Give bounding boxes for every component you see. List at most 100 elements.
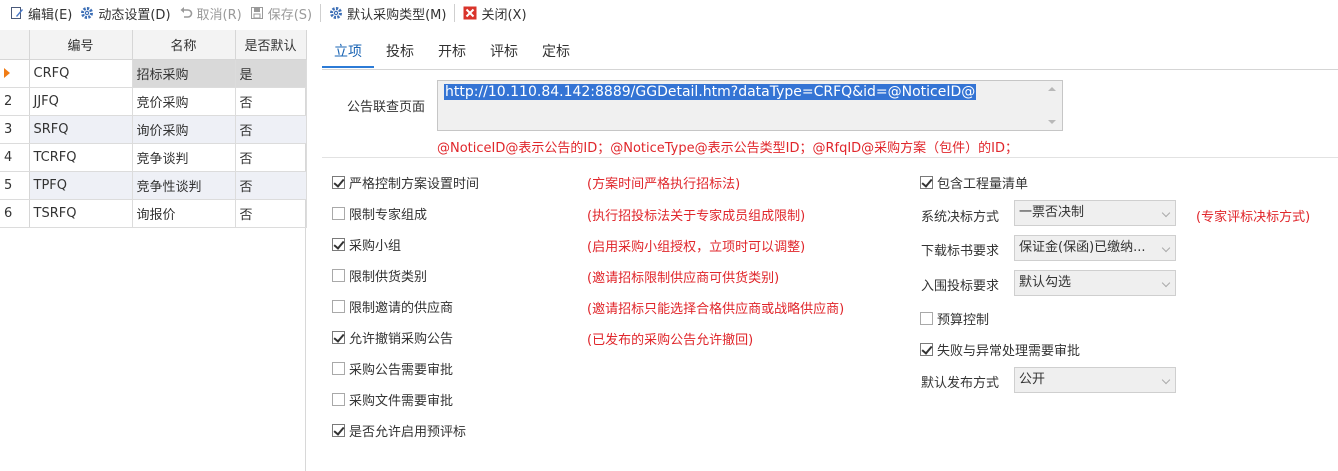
cancel-button[interactable]: 取消(R) <box>175 2 246 24</box>
shortlist-req-value: 默认勾选 <box>1019 275 1072 290</box>
option-include-bill[interactable]: 包含工程量清单 <box>920 173 1028 192</box>
column-header-name[interactable]: 名称 <box>132 30 236 60</box>
notice-url-textarea[interactable]: http://10.110.84.142:8889/GGDetail.htm?d… <box>437 80 1063 131</box>
checkbox[interactable] <box>332 300 345 313</box>
download-req-value: 保证金(保函)已缴纳... <box>1019 240 1146 255</box>
cell-name[interactable]: 竞价采购 <box>132 87 236 116</box>
cell-name[interactable]: 竞争谈判 <box>132 143 236 172</box>
cell-name[interactable]: 竞争性谈判 <box>132 171 236 200</box>
tab-award[interactable]: 定标 <box>530 38 582 68</box>
checkbox[interactable] <box>332 176 345 189</box>
checkbox[interactable] <box>332 269 345 282</box>
cell-code[interactable]: TCRFQ <box>29 143 133 172</box>
tab-bidding[interactable]: 投标 <box>374 38 426 68</box>
option-budget-control[interactable]: 预算控制 <box>920 309 989 328</box>
option-note: (已发布的采购公告允许撤回) <box>587 333 754 348</box>
notice-url-hint: @NoticeID@表示公告的ID；@NoticeType@表示公告类型ID；@… <box>437 141 1019 156</box>
save-button[interactable]: 保存(S) <box>246 2 316 24</box>
undo-icon <box>179 6 193 20</box>
table-row[interactable]: 3 SRFQ 询价采购 否 <box>0 115 307 144</box>
option-failure-approval[interactable]: 失败与异常处理需要审批 <box>920 340 1080 359</box>
cell-name[interactable]: 招标采购 <box>132 59 236 88</box>
publish-method-label: 默认发布方式 <box>921 376 1000 391</box>
checkbox[interactable] <box>920 176 933 189</box>
table-row[interactable]: 2 JJFQ 竞价采购 否 <box>0 87 307 116</box>
tab-evaluation[interactable]: 评标 <box>478 38 530 68</box>
edit-label: 编辑(E) <box>28 7 73 23</box>
shortlist-req-select[interactable]: 默认勾选 <box>1014 270 1176 296</box>
download-req-select[interactable]: 保证金(保函)已缴纳... <box>1014 235 1176 261</box>
decision-method-value: 一票否决制 <box>1019 205 1085 220</box>
option-purchase-group[interactable]: 采购小组 <box>332 235 401 254</box>
notice-url-label: 公告联查页面 <box>347 100 426 115</box>
decision-method-label: 系统决标方式 <box>921 210 1000 225</box>
current-row-arrow-icon <box>4 68 10 78</box>
option-document-approval[interactable]: 采购文件需要审批 <box>332 390 453 409</box>
cell-code[interactable]: TSRFQ <box>29 199 133 228</box>
cancel-label: 取消(R) <box>196 7 242 23</box>
save-label: 保存(S) <box>267 7 313 23</box>
option-label: 采购文件需要审批 <box>349 394 454 409</box>
cell-name[interactable]: 询价采购 <box>132 115 236 144</box>
table-row[interactable]: 6 TSRFQ 询报价 否 <box>0 199 307 228</box>
checkbox[interactable] <box>332 238 345 251</box>
scroll-up-icon[interactable] <box>1048 87 1056 91</box>
option-label: 采购小组 <box>349 239 402 254</box>
option-pre-evaluation[interactable]: 是否允许启用预评标 <box>332 421 466 440</box>
save-icon <box>250 6 264 20</box>
cell-code[interactable]: TPFQ <box>29 171 133 200</box>
default-type-button[interactable]: 默认采购类型(M) <box>325 2 450 24</box>
cell-default[interactable]: 否 <box>235 143 307 172</box>
cell-default[interactable]: 是 <box>235 59 307 88</box>
option-limit-experts[interactable]: 限制专家组成 <box>332 204 427 223</box>
tab-project[interactable]: 立项 <box>322 38 374 68</box>
chevron-down-icon <box>1161 375 1171 385</box>
option-allow-revoke-notice[interactable]: 允许撤销采购公告 <box>332 328 453 347</box>
option-notice-approval[interactable]: 采购公告需要审批 <box>332 359 453 378</box>
tab-bid-opening[interactable]: 开标 <box>426 38 478 68</box>
cell-name[interactable]: 询报价 <box>132 199 236 228</box>
table-row[interactable]: CRFQ 招标采购 是 <box>0 59 307 88</box>
checkbox[interactable] <box>920 312 933 325</box>
column-header-default[interactable]: 是否默认 <box>235 30 307 60</box>
option-strict-time[interactable]: 严格控制方案设置时间 <box>332 173 479 192</box>
edit-icon <box>10 6 24 20</box>
row-indicator <box>0 59 30 88</box>
checkbox[interactable] <box>332 424 345 437</box>
cell-default[interactable]: 否 <box>235 171 307 200</box>
tab-bar: 立项 投标 开标 评标 定标 <box>322 38 582 68</box>
chevron-down-icon <box>1161 208 1171 218</box>
column-header-code[interactable]: 编号 <box>29 30 133 60</box>
gear-icon <box>329 6 343 20</box>
dynamic-settings-label: 动态设置(D) <box>98 7 171 23</box>
chevron-down-icon <box>1161 278 1171 288</box>
cell-default[interactable]: 否 <box>235 199 307 228</box>
notice-url-value[interactable]: http://10.110.84.142:8889/GGDetail.htm?d… <box>444 84 977 100</box>
option-limit-invited-suppliers[interactable]: 限制邀请的供应商 <box>332 297 453 316</box>
checkbox[interactable] <box>332 362 345 375</box>
cell-code[interactable]: SRFQ <box>29 115 133 144</box>
publish-method-select[interactable]: 公开 <box>1014 367 1176 393</box>
option-note: (邀请招标只能选择合格供应商或战略供应商) <box>587 302 845 317</box>
checkbox[interactable] <box>332 393 345 406</box>
cell-code[interactable]: JJFQ <box>29 87 133 116</box>
decision-method-select[interactable]: 一票否决制 <box>1014 200 1176 226</box>
row-number: 3 <box>0 115 30 144</box>
dynamic-settings-button[interactable]: 动态设置(D) <box>76 2 174 24</box>
cell-default[interactable]: 否 <box>235 115 307 144</box>
option-note: (邀请招标限制供应商可供货类别) <box>587 271 780 286</box>
cell-code[interactable]: CRFQ <box>29 59 133 88</box>
checkbox[interactable] <box>920 343 933 356</box>
close-label: 关闭(X) <box>481 7 527 23</box>
table-row[interactable]: 4 TCRFQ 竞争谈判 否 <box>0 143 307 172</box>
close-button[interactable]: 关闭(X) <box>459 2 530 24</box>
checkbox[interactable] <box>332 331 345 344</box>
table-row[interactable]: 5 TPFQ 竞争性谈判 否 <box>0 171 307 200</box>
edit-button[interactable]: 编辑(E) <box>6 2 76 24</box>
option-limit-supply-category[interactable]: 限制供货类别 <box>332 266 427 285</box>
cell-default[interactable]: 否 <box>235 87 307 116</box>
decision-method-note: (专家评标决标方式) <box>1196 210 1311 225</box>
scroll-down-icon[interactable] <box>1048 120 1056 124</box>
checkbox[interactable] <box>332 207 345 220</box>
purchase-type-grid: 编号 名称 是否默认 CRFQ 招标采购 是 2 JJFQ 竞价采购 否 3 S… <box>0 30 307 471</box>
